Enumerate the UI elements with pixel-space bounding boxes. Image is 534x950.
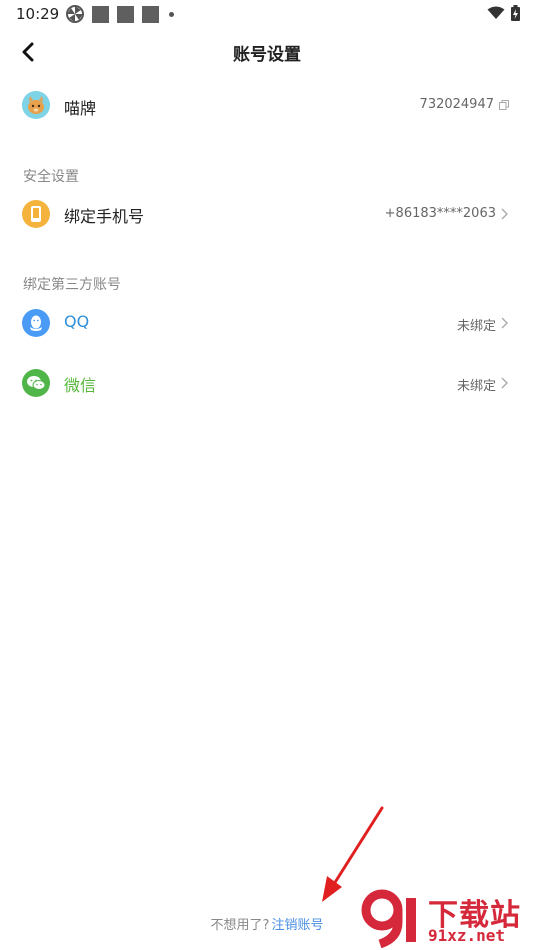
- profile-row[interactable]: 喵牌 732024947: [0, 78, 534, 134]
- qq-bind-status: 未绑定: [456, 319, 496, 334]
- bind-phone-label: 绑定手机号: [64, 207, 145, 226]
- notification-square-icon: [142, 5, 159, 23]
- qq-label: QQ: [64, 312, 90, 331]
- bind-phone-row[interactable]: 绑定手机号 +86183****2063: [0, 187, 534, 243]
- phone-icon: [31, 206, 41, 222]
- page-title: 账号设置: [233, 45, 301, 65]
- copy-button[interactable]: [498, 98, 510, 112]
- chevron-right-icon: [498, 207, 510, 221]
- notification-square-icon: [117, 5, 134, 23]
- qq-icon-badge: [22, 309, 50, 337]
- wechat-icon-badge: [22, 369, 50, 397]
- notification-icons: [66, 5, 174, 23]
- cat-avatar-icon: [22, 91, 50, 119]
- avatar: [22, 91, 50, 119]
- wechat-bind-status: 未绑定: [456, 379, 496, 394]
- watermark-logo-icon: [361, 889, 416, 948]
- battery-icon: [511, 5, 520, 21]
- bind-qq-row[interactable]: QQ 未绑定: [0, 296, 534, 352]
- notification-square-icon: [92, 5, 109, 23]
- status-time: 10:29: [16, 5, 60, 23]
- pinwheel-icon: [66, 5, 84, 23]
- status-bar: 10:29: [0, 0, 534, 28]
- section-title-security: 安全设置: [23, 169, 79, 185]
- wechat-label: 微信: [64, 376, 97, 395]
- bind-wechat-row[interactable]: 微信 未绑定: [0, 356, 534, 412]
- chevron-right-icon: [498, 316, 510, 330]
- section-title-third-party: 绑定第三方账号: [23, 277, 121, 293]
- more-notifications-dot-icon: [169, 11, 174, 17]
- delete-account-link[interactable]: 注销账号: [271, 918, 323, 933]
- annotation-arrow: [322, 806, 384, 902]
- system-icons: [487, 5, 520, 21]
- phone-icon-badge: [22, 200, 50, 228]
- nickname: 喵牌: [64, 99, 97, 118]
- chevron-right-icon: [498, 376, 510, 390]
- qq-penguin-icon: [30, 315, 42, 331]
- bound-phone-number: +86183****2063: [384, 206, 496, 221]
- user-id: 732024947: [419, 97, 494, 112]
- copy-icon: [499, 100, 509, 110]
- nav-bar: 账号设置: [0, 28, 534, 76]
- wechat-bubbles-icon: [27, 376, 46, 390]
- footer-prompt: 不想用了?: [210, 918, 270, 933]
- wifi-icon: [487, 6, 505, 19]
- watermark-url: 91xz.net: [428, 926, 506, 945]
- watermark: 下载站 91xz.net: [360, 888, 530, 948]
